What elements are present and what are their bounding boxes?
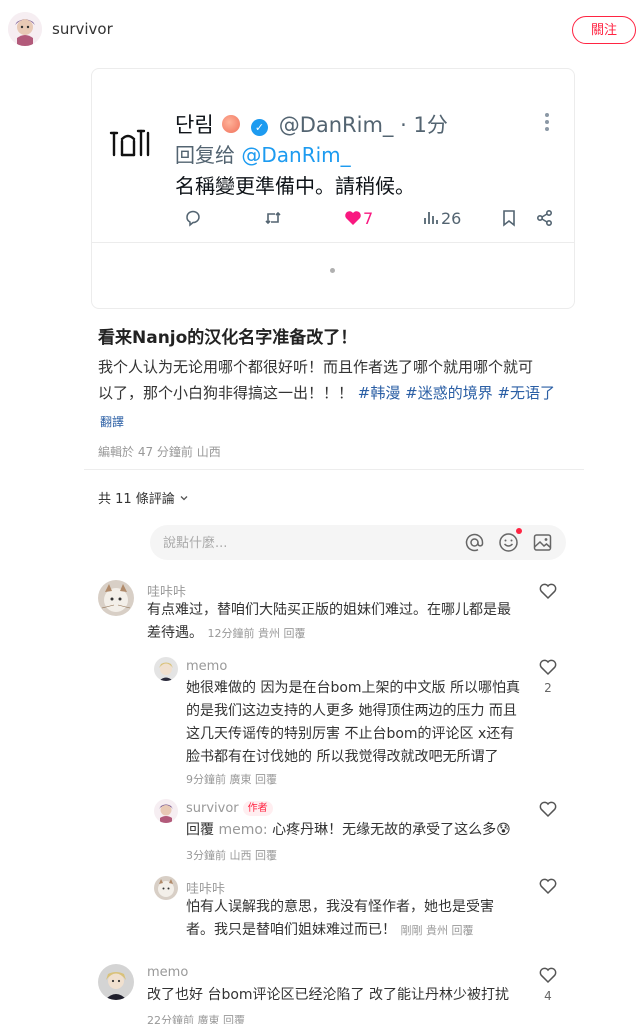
- comment-meta[interactable]: 剛剛 貴州 回覆: [400, 924, 473, 937]
- tweet-author-logo-icon: [108, 119, 154, 165]
- tweet-header: 단림 ✓ @DanRim_ · 1分: [175, 109, 448, 139]
- tweet-handle-time: @DanRim_ · 1分: [278, 113, 448, 137]
- tweet-view-count: 26: [441, 208, 462, 228]
- heart-filled-icon: [345, 211, 361, 225]
- post-body-line: 以了，那个小白狗非得搞这一出！！！: [98, 384, 354, 402]
- tweet-screenshot: 단림 ✓ @DanRim_ · 1分 回复给 @DanRim_ 名稱變更準備中。…: [92, 69, 574, 243]
- divider: [84, 469, 584, 470]
- tweet-views: 26: [421, 205, 461, 231]
- tweet-like-count: 7: [363, 208, 374, 228]
- heart-outline-icon[interactable]: [538, 876, 558, 896]
- image-icon[interactable]: [532, 532, 553, 553]
- heart-outline-icon[interactable]: [538, 581, 558, 601]
- comment-text: 改了也好 台bom评论区已经沦陷了 改了能让丹林少被打扰: [147, 987, 509, 1003]
- comment-text: 回覆 memo: 心疼丹琳！无缘无故的承受了这么多😰: [186, 819, 522, 842]
- heart-outline-icon[interactable]: [538, 965, 558, 985]
- comment-input-bar[interactable]: [150, 525, 566, 560]
- commenter-name[interactable]: survivor 作者: [186, 801, 273, 816]
- comment-text-line: 有点难过，替咱们大陆买正版的姐妹们难过。在哪儿都是最: [147, 602, 511, 618]
- post-image[interactable]: 단림 ✓ @DanRim_ · 1分 回复给 @DanRim_ 名稱變更準備中。…: [91, 68, 575, 309]
- comment-text: 她很难做的 因为是在台bom上架的中文版 所以哪怕真的是我们这边支持的人更多 她…: [186, 680, 520, 765]
- author-avatar[interactable]: [8, 12, 42, 46]
- reply-mention: @DanRim_: [241, 143, 351, 167]
- comment-text: 怕有人误解我的意思，我没有怪作者，她也是受害 者。我只是替咱们姐妹难过而已！ 剛…: [186, 896, 522, 942]
- commenter-name[interactable]: memo: [147, 965, 188, 980]
- follow-button[interactable]: 關注: [572, 16, 636, 44]
- views-chart-icon: [424, 212, 438, 224]
- post-title: 看来Nanjo的汉化名字准备改了！: [98, 328, 358, 348]
- retweet-icon: [263, 205, 283, 231]
- post-hashtags[interactable]: #韩漫 #迷惑的境界 #无语了: [358, 384, 555, 402]
- tweet-text: 名稱變更準備中。請稍候。: [175, 174, 415, 198]
- comment-meta[interactable]: 12分鐘前 貴州 回覆: [207, 627, 305, 640]
- reply-prefix: 回复给: [175, 143, 235, 167]
- commenter-avatar[interactable]: [154, 876, 178, 900]
- chevron-down-icon: [180, 496, 188, 501]
- comment-input[interactable]: [163, 533, 443, 553]
- comment-meta[interactable]: 22分鐘前 廣東 回覆: [147, 1012, 245, 1024]
- commenter-avatar[interactable]: [154, 799, 178, 823]
- commenter-name[interactable]: 哇咔咔: [147, 581, 186, 600]
- notification-dot: [516, 528, 522, 534]
- post-meta: 編輯於 47 分鐘前 山西: [98, 445, 221, 459]
- commenter-name[interactable]: 哇咔咔: [186, 878, 225, 897]
- comment-text-line: 差待遇。: [147, 625, 203, 641]
- at-mention-icon[interactable]: [464, 532, 485, 553]
- post-header: survivor 關注: [0, 0, 642, 60]
- peach-emoji-icon: [222, 115, 241, 133]
- reply-icon: [183, 205, 203, 231]
- heart-outline-icon[interactable]: [538, 657, 558, 677]
- comment-count-label: 共 11 條評論: [98, 492, 175, 507]
- reply-prefix: 回覆: [186, 822, 214, 838]
- like-count: 2: [544, 681, 552, 695]
- more-options-icon: [545, 113, 549, 133]
- tweet-reply-line: 回复给 @DanRim_: [175, 139, 351, 168]
- post-body: 我个人认为无论用哪个都很好听！而且作者选了哪个就用哪个就可 以了，那个小白狗非得…: [98, 354, 568, 406]
- commenter-avatar[interactable]: [98, 580, 134, 616]
- comment-text: 有点难过，替咱们大陆买正版的姐妹们难过。在哪儿都是最 差待遇。 12分鐘前 貴州…: [147, 599, 527, 645]
- image-pagination-dot: [330, 268, 335, 273]
- commenter-avatar[interactable]: [154, 657, 178, 681]
- reply-reference[interactable]: memo:: [218, 822, 267, 838]
- translate-link[interactable]: 翻譯: [100, 413, 124, 430]
- commenter-avatar[interactable]: [98, 964, 134, 1000]
- comment-text-body: 心疼丹琳！无缘无故的承受了这么多😰: [272, 822, 511, 838]
- comment-text-line: 怕有人误解我的意思，我没有怪作者，她也是受害: [186, 899, 494, 915]
- author-badge: 作者: [242, 801, 273, 816]
- tweet-display-name: 단림: [175, 113, 214, 137]
- comment-meta[interactable]: 9分鐘前 廣東 回覆: [186, 771, 277, 787]
- commenter-name-text: survivor: [186, 801, 239, 816]
- comment-meta[interactable]: 3分鐘前 山西 回覆: [186, 847, 277, 863]
- comment-count[interactable]: 共 11 條評論: [98, 488, 189, 507]
- author-name[interactable]: survivor: [52, 20, 113, 38]
- heart-outline-icon[interactable]: [538, 799, 558, 819]
- like-count: 4: [544, 989, 552, 1003]
- comment-text-line: 者。我只是替咱们姐妹难过而已！: [186, 922, 396, 938]
- tweet-likes: 7: [343, 205, 373, 231]
- share-icon: [535, 205, 555, 231]
- post-body-line: 我个人认为无论用哪个都很好听！而且作者选了哪个就用哪个就可: [98, 358, 534, 376]
- commenter-name[interactable]: memo: [186, 659, 227, 674]
- bookmark-icon: [499, 205, 519, 231]
- tweet-actions: 7 26: [175, 205, 555, 231]
- emoji-icon[interactable]: [498, 532, 519, 553]
- verified-badge-icon: ✓: [251, 119, 269, 136]
